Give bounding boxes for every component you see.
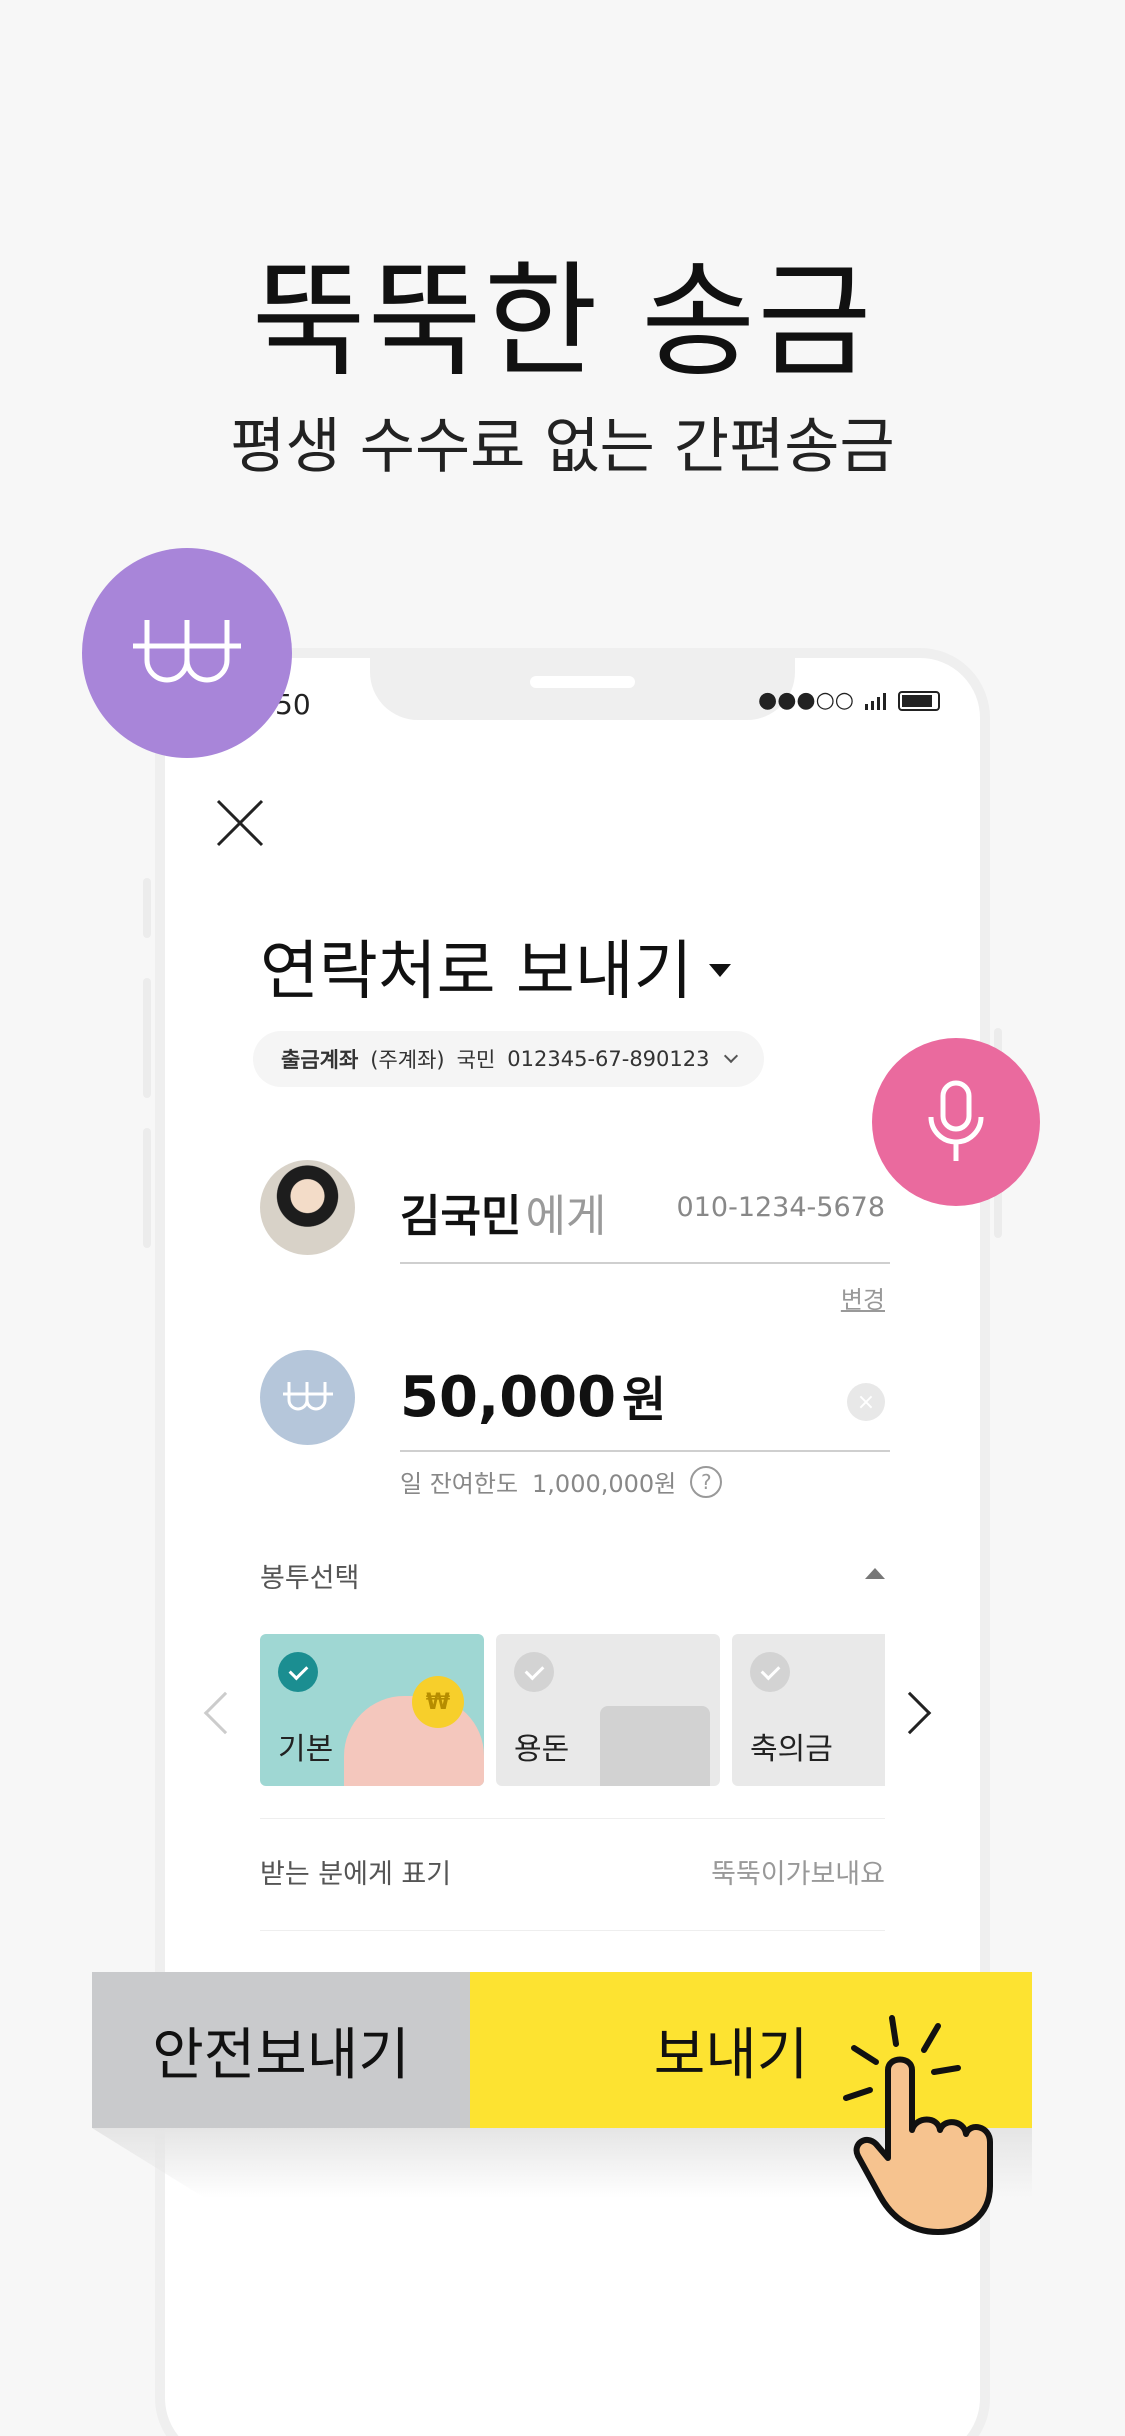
divider <box>400 1262 890 1264</box>
phone-side-button <box>143 878 151 938</box>
status-icons: ●●●○○ <box>758 688 940 713</box>
envelope-name: 기본 <box>278 1732 334 1767</box>
caret-down-icon <box>708 963 731 977</box>
chevron-down-icon <box>723 1048 738 1064</box>
envelope-label: 봉투선택 <box>260 1563 360 1594</box>
collapse-toggle-icon[interactable] <box>865 1568 885 1579</box>
envelope-card-congrats[interactable]: 축의금 <box>732 1634 885 1786</box>
amount-unit: 원 <box>622 1372 667 1428</box>
display-label: 받는 분에게 표기 <box>260 1859 452 1890</box>
pointing-hand-icon <box>843 2015 993 2235</box>
coin-icon: ₩ <box>412 1676 464 1728</box>
envelope-card-allowance[interactable]: 용돈 <box>496 1634 720 1786</box>
page-title: 연락처로 보내기 <box>260 935 693 1009</box>
divider <box>260 1930 885 1931</box>
account-bank: 국민 <box>456 1048 496 1072</box>
transfer-type-dropdown[interactable]: 연락처로 보내기 <box>260 920 731 1012</box>
signal-dots: ●●●○○ <box>758 688 854 713</box>
limit-value: 1,000,000원 <box>532 1470 677 1498</box>
envelope-name: 축의금 <box>750 1732 833 1767</box>
account-number: 012345-67-890123 <box>507 1047 710 1071</box>
check-icon <box>750 1652 790 1692</box>
envelope-name: 용돈 <box>514 1732 570 1767</box>
prev-arrow-icon[interactable] <box>203 1691 247 1735</box>
recipient-phone: 010-1234-5678 <box>676 1192 885 1223</box>
envelope-card-basic[interactable]: ₩ 기본 <box>260 1634 484 1786</box>
divider <box>260 1818 885 1819</box>
recipient-field[interactable]: 김국민 에게 <box>400 1180 606 1244</box>
next-arrow-icon[interactable] <box>888 1691 932 1735</box>
daily-limit: 일 잔여한도 1,000,000원 ? <box>400 1464 723 1499</box>
account-label: 출금계좌 <box>281 1048 359 1072</box>
help-icon[interactable]: ? <box>690 1465 723 1498</box>
check-icon <box>514 1652 554 1692</box>
account-selector[interactable]: 출금계좌 (주계좌) 국민 012345-67-890123 <box>253 1031 764 1087</box>
avatar <box>260 1160 355 1255</box>
change-recipient-link[interactable]: 변경 <box>841 1280 885 1315</box>
check-icon <box>278 1652 318 1692</box>
promo-headline: 뚝뚝한 송금 <box>251 250 874 394</box>
signal-bars-icon <box>865 692 886 710</box>
divider <box>400 1450 890 1452</box>
amount-field[interactable]: 50,000 원 <box>400 1360 666 1430</box>
phone-notch <box>370 648 795 720</box>
display-value[interactable]: 뚝뚝이가보내요 <box>711 1852 885 1891</box>
limit-label: 일 잔여한도 <box>400 1470 519 1498</box>
safe-send-button[interactable]: 안전보내기 <box>92 1972 470 2128</box>
phone-side-button <box>143 1128 151 1248</box>
won-icon <box>260 1350 355 1445</box>
envelope-carousel: ₩ 기본 용돈 축의금 <box>260 1634 885 1786</box>
close-icon[interactable] <box>210 793 270 853</box>
promo-subline: 평생 수수료 없는 간편송금 <box>230 412 895 482</box>
account-type: (주계좌) <box>370 1048 445 1072</box>
recipient-suffix: 에게 <box>525 1191 607 1242</box>
won-badge-icon <box>82 548 292 758</box>
microphone-icon[interactable] <box>872 1038 1040 1206</box>
wallet-illustration <box>600 1706 710 1786</box>
phone-side-button <box>143 978 151 1098</box>
clear-amount-button[interactable]: × <box>847 1383 885 1421</box>
recipient-name: 김국민 <box>400 1191 522 1242</box>
amount-value: 50,000 <box>400 1365 617 1430</box>
battery-icon <box>898 690 940 711</box>
